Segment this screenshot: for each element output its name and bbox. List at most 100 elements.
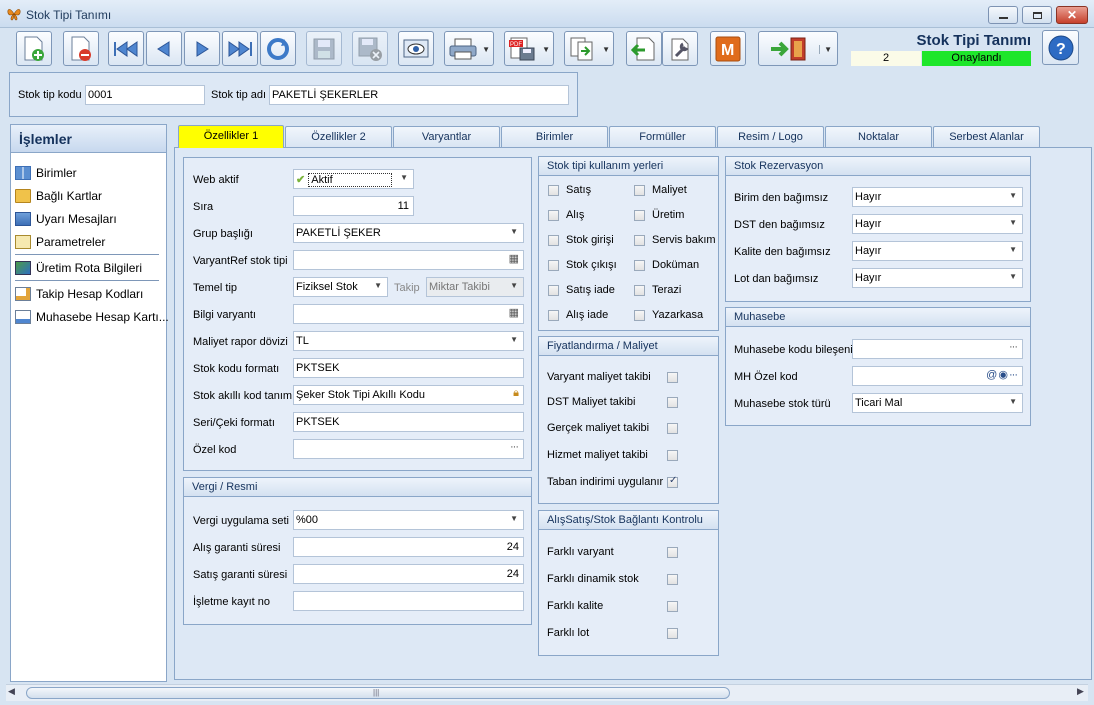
sidebar-item-production-route[interactable]: Üretim Rota Bilgileri	[15, 259, 142, 277]
business-registry-input[interactable]	[293, 591, 524, 611]
sidebar-item-tracking-accounts[interactable]: Takip Hesap Kodları	[15, 285, 143, 303]
chevron-down-icon: ▼	[602, 45, 610, 54]
save-close-button[interactable]	[352, 31, 388, 66]
checkbox-different-dynamic-stock[interactable]	[667, 574, 678, 585]
exit-button[interactable]: ▼	[758, 31, 838, 66]
checkbox-real-cost[interactable]	[667, 423, 678, 434]
checkbox-dst-cost[interactable]	[667, 397, 678, 408]
preview-button[interactable]	[398, 31, 434, 66]
m-module-button[interactable]: M	[710, 31, 746, 66]
checkbox-cash-register[interactable]	[634, 310, 645, 321]
sidebar-divider	[15, 254, 159, 255]
new-button[interactable]	[16, 31, 52, 66]
tab-formulas[interactable]: Formüller	[609, 126, 716, 147]
tab-features-1[interactable]: Özellikler 1	[178, 125, 284, 148]
tab-units[interactable]: Birimler	[501, 126, 608, 147]
close-button[interactable]: ✕	[1056, 6, 1088, 24]
cost-currency-select[interactable]: TL ▼	[293, 331, 524, 351]
stock-type-code-input[interactable]: 0001	[85, 85, 205, 105]
checkbox-sales-return[interactable]	[548, 285, 559, 296]
tracking-select[interactable]: Miktar Takibi ▼	[426, 277, 524, 297]
at-eye-icon[interactable]: @ ◉ ···	[986, 368, 1018, 381]
sidebar-item-linked-cards[interactable]: Bağlı Kartlar	[15, 187, 102, 205]
unit-independent-select[interactable]: Hayır ▼	[852, 187, 1023, 207]
quality-independent-select[interactable]: Hayır ▼	[852, 241, 1023, 261]
cost-currency-label: Maliyet rapor dövizi	[193, 336, 288, 348]
print-button[interactable]: ▼	[444, 31, 494, 66]
tab-free-fields[interactable]: Serbest Alanlar	[933, 126, 1040, 147]
checkbox-production[interactable]	[634, 210, 645, 221]
tax-group-title: Vergi / Resmi	[184, 478, 531, 497]
base-type-select[interactable]: Fiziksel Stok ▼	[293, 277, 388, 297]
browse-icon[interactable]: ▦	[509, 306, 519, 319]
sidebar-item-warning-messages[interactable]: Uyarı Mesajları	[15, 210, 117, 228]
tab-points[interactable]: Noktalar	[825, 126, 932, 147]
tax-set-select[interactable]: %00 ▼	[293, 510, 524, 530]
delete-button[interactable]	[63, 31, 99, 66]
next-record-button[interactable]	[184, 31, 220, 66]
serial-format-input[interactable]: PKTSEK	[293, 412, 524, 432]
ellipsis-icon[interactable]: ···	[510, 441, 519, 453]
checkbox-different-lot[interactable]	[667, 628, 678, 639]
save-button[interactable]	[306, 31, 342, 66]
stock-code-format-input[interactable]: PKTSEK	[293, 358, 524, 378]
sequence-input[interactable]: 11	[293, 196, 414, 216]
sidebar-item-accounting-card[interactable]: Muhasebe Hesap Kartı...	[15, 308, 169, 326]
horizontal-scrollbar[interactable]: ◀ ||| ▶	[6, 684, 1088, 701]
browse-icon[interactable]: ▦	[509, 252, 519, 265]
checkbox-service[interactable]	[634, 235, 645, 246]
accounting-code-input[interactable]: ···	[852, 339, 1023, 359]
sidebar-item-parameters[interactable]: Parametreler	[15, 233, 105, 251]
tools-button[interactable]	[662, 31, 698, 66]
checkbox-service-cost[interactable]	[667, 450, 678, 461]
sales-warranty-input[interactable]: 24	[293, 564, 524, 584]
tab-variants[interactable]: Varyantlar	[393, 126, 500, 147]
tab-image-logo[interactable]: Resim / Logo	[717, 126, 824, 147]
checkbox-document[interactable]	[634, 260, 645, 271]
checkbox-stock-out[interactable]	[548, 260, 559, 271]
lot-independent-select[interactable]: Hayır ▼	[852, 268, 1023, 288]
tab-features-2[interactable]: Özellikler 2	[285, 126, 392, 147]
help-button[interactable]: ?	[1042, 30, 1079, 65]
minimize-button[interactable]	[988, 6, 1018, 24]
stock-type-name-input[interactable]: PAKETLİ ŞEKERLER	[269, 85, 569, 105]
checkbox-different-quality[interactable]	[667, 601, 678, 612]
info-variant-input[interactable]: ▦	[293, 304, 524, 324]
ellipsis-icon[interactable]: ···	[1009, 341, 1018, 353]
refresh-button[interactable]	[260, 31, 296, 66]
accounting-stock-type-select[interactable]: Ticari Mal ▼	[852, 393, 1023, 413]
stock-reservation-group: Stok Rezervasyon Birim den bağımsız Hayı…	[725, 156, 1031, 302]
copy-button[interactable]: ▼	[564, 31, 614, 66]
checkbox-purchase[interactable]	[548, 210, 559, 221]
dst-independent-select[interactable]: Hayır ▼	[852, 214, 1023, 234]
previous-record-button[interactable]	[146, 31, 182, 66]
checkbox-purchase-return[interactable]	[548, 310, 559, 321]
checkbox-sales[interactable]	[548, 185, 559, 196]
variantref-input[interactable]: ▦	[293, 250, 524, 270]
sidebar-item-units[interactable]: Birimler	[15, 164, 77, 182]
special-code-input[interactable]: ···	[293, 439, 524, 459]
last-record-button[interactable]	[222, 31, 258, 66]
checkbox-base-discount[interactable]	[667, 475, 678, 488]
lock-icon[interactable]: 🔒︎	[513, 387, 519, 400]
sidebar-item-label: Takip Hesap Kodları	[36, 287, 144, 301]
sidebar-item-label: Bağlı Kartlar	[36, 189, 103, 203]
scroll-thumb[interactable]: |||	[26, 687, 730, 699]
smart-code-input[interactable]: Şeker Stok Tipi Akıllı Kodu 🔒︎	[293, 385, 524, 405]
group-title-select[interactable]: PAKETLİ ŞEKER ▼	[293, 223, 524, 243]
checkbox-different-variant[interactable]	[667, 547, 678, 558]
import-button[interactable]	[626, 31, 662, 66]
checkbox-scale[interactable]	[634, 285, 645, 296]
checkbox-variant-cost[interactable]	[667, 372, 678, 383]
maximize-button[interactable]	[1022, 6, 1052, 24]
checkbox-stock-in[interactable]	[548, 235, 559, 246]
title-bar	[0, 0, 1094, 28]
checkbox-cost[interactable]	[634, 185, 645, 196]
first-record-button[interactable]	[108, 31, 144, 66]
web-active-select[interactable]: ✔ Aktif ▼	[293, 169, 414, 189]
scroll-right-icon[interactable]: ▶	[1077, 686, 1084, 697]
scroll-left-icon[interactable]: ◀	[8, 686, 15, 697]
mh-special-code-input[interactable]: @ ◉ ···	[852, 366, 1023, 386]
purchase-warranty-input[interactable]: 24	[293, 537, 524, 557]
pdf-export-button[interactable]: PDF ▼	[504, 31, 554, 66]
